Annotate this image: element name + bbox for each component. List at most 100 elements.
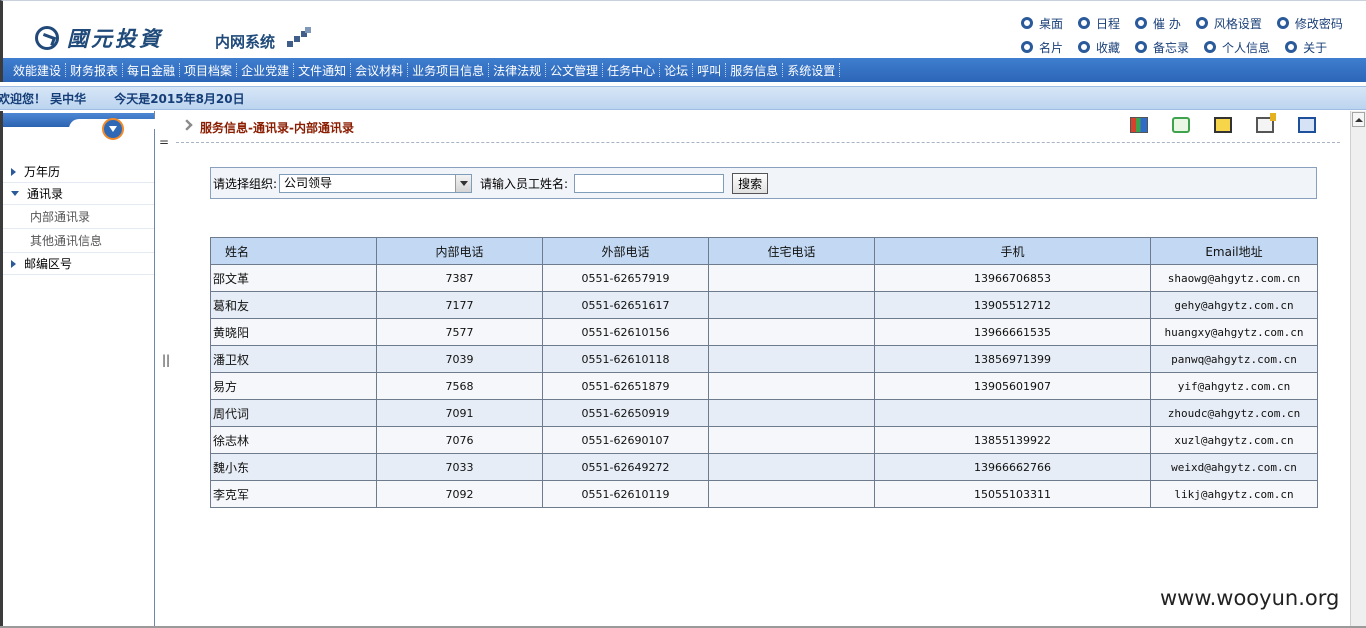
- column-header[interactable]: 姓名: [210, 237, 377, 265]
- table-row[interactable]: 魏小东 7033 0551-62649272 13966662766 weixd@ahg…: [210, 453, 1318, 481]
- org-label: 请选择组织:: [213, 176, 278, 191]
- table-cell: [708, 291, 875, 319]
- table-row[interactable]: 李克军 7092 0551-62610119 15055103311 likj@ahgy…: [210, 480, 1318, 508]
- welcome-text: 欢迎您！ 吴中华: [0, 91, 87, 106]
- column-header[interactable]: 外部电话: [542, 237, 709, 265]
- table-cell: 13966661535: [874, 318, 1151, 346]
- quick-link-desktop[interactable]: 桌面: [1021, 15, 1063, 32]
- menu-item-5[interactable]: 文件通知: [294, 62, 350, 79]
- refresh-icon[interactable]: [1172, 117, 1190, 133]
- grid-icon[interactable]: [1130, 117, 1148, 133]
- table-cell: yif@ahgytz.com.cn: [1150, 372, 1318, 400]
- table-cell: [708, 399, 875, 427]
- menu-item-8[interactable]: 法律法规: [489, 62, 545, 79]
- menu-item-4[interactable]: 企业党建: [237, 62, 293, 79]
- menu-item-1[interactable]: 财务报表: [66, 62, 122, 79]
- back-icon[interactable]: [1214, 117, 1232, 133]
- table-row[interactable]: 葛和友 7177 0551-62651617 13905512712 gehy@ahgy…: [210, 291, 1318, 319]
- toolbar: [1130, 113, 1340, 133]
- table-cell: 13855139922: [874, 426, 1151, 454]
- menu-item-3[interactable]: 项目档案: [180, 62, 236, 79]
- dropdown-arrow-icon[interactable]: [455, 174, 472, 192]
- quick-link-label: 催 办: [1153, 16, 1181, 31]
- vertical-scrollbar[interactable]: [1350, 111, 1366, 628]
- password-icon: [1276, 17, 1289, 29]
- quick-link-schedule[interactable]: 日程: [1078, 15, 1120, 32]
- search-button[interactable]: 搜索: [732, 172, 769, 194]
- table-cell: 13905601907: [874, 372, 1151, 400]
- splitter-menu-icon[interactable]: =: [159, 135, 169, 149]
- quick-link-password[interactable]: 修改密码: [1276, 15, 1343, 32]
- stairs-decoration-icon: [287, 27, 311, 49]
- logo-text: 國元投資: [67, 26, 163, 51]
- column-header[interactable]: 内部电话: [376, 237, 543, 265]
- schedule-icon: [1078, 17, 1091, 29]
- menu-item-13[interactable]: 服务信息: [726, 62, 782, 79]
- quick-link-reminder[interactable]: 催 办: [1135, 15, 1181, 32]
- table-cell: weixd@ahgytz.com.cn: [1150, 453, 1318, 481]
- column-header[interactable]: Email地址: [1150, 237, 1318, 265]
- table-cell: 潘卫权: [210, 345, 377, 373]
- org-select[interactable]: 公司领导: [279, 173, 473, 193]
- table-cell: 徐志林: [210, 426, 377, 454]
- collapsed-arrow-icon: [11, 259, 16, 268]
- table-cell: 7177: [376, 291, 543, 319]
- style-icon: [1195, 17, 1208, 29]
- table-row[interactable]: 易方 7568 0551-62651879 13905601907 yif@ahgytz…: [210, 372, 1318, 400]
- sidebar-item-2[interactable]: 邮编区号: [3, 253, 154, 275]
- sidebar-subitem-1-0[interactable]: 内部通讯录: [3, 205, 154, 229]
- table-cell: [708, 453, 875, 481]
- quick-link-favorites[interactable]: 收藏: [1078, 39, 1120, 56]
- book-icon[interactable]: [1298, 117, 1316, 133]
- breadcrumb-arrow-icon: [181, 119, 193, 131]
- menu-item-9[interactable]: 公文管理: [546, 62, 602, 79]
- menu-item-11[interactable]: 论坛: [660, 62, 692, 79]
- table-cell: [708, 318, 875, 346]
- menu-item-2[interactable]: 每日金融: [123, 62, 179, 79]
- table-row[interactable]: 周代词 7091 0551-62650919 zhoudc@ahgytz.com.cn: [210, 399, 1318, 427]
- sidebar: 万年历通讯录 内部通讯录 其他通讯信息 邮编区号: [0, 111, 155, 628]
- menu-item-10[interactable]: 任务中心: [603, 62, 659, 79]
- table-cell: 0551-62650919: [542, 399, 709, 427]
- profile-icon: [1204, 41, 1217, 53]
- sidebar-item-1[interactable]: 通讯录: [3, 183, 154, 205]
- splitter-handle-icon[interactable]: ||: [162, 353, 170, 367]
- table-row[interactable]: 徐志林 7076 0551-62690107 13855139922 xuzl@ahgy…: [210, 426, 1318, 454]
- scroll-up-icon[interactable]: [1352, 112, 1365, 127]
- table-cell: [708, 372, 875, 400]
- menu-item-6[interactable]: 会议材料: [351, 62, 407, 79]
- column-header[interactable]: 住宅电话: [708, 237, 875, 265]
- table-cell: likj@ahgytz.com.cn: [1150, 480, 1318, 508]
- main-content: 服务信息-通讯录-内部通讯录 请选择组织: 公司领导 请输入员工姓名: 搜索 姓…: [176, 111, 1350, 628]
- table-row[interactable]: 潘卫权 7039 0551-62610118 13856971399 panwq@ahg…: [210, 345, 1318, 373]
- menu-item-7[interactable]: 业务项目信息: [408, 62, 488, 79]
- table-cell: 7076: [376, 426, 543, 454]
- sidebar-item-label: 万年历: [24, 165, 61, 179]
- panel-splitter[interactable]: = ||: [155, 111, 176, 628]
- name-label: 请输入员工姓名:: [480, 176, 569, 191]
- collapse-down-icon[interactable]: [102, 118, 124, 140]
- quick-link-profile[interactable]: 个人信息: [1204, 39, 1270, 56]
- quick-link-about[interactable]: 关于: [1285, 39, 1327, 56]
- table-cell: 7092: [376, 480, 543, 508]
- table-cell: 7039: [376, 345, 543, 373]
- quick-link-card[interactable]: 名片: [1021, 39, 1063, 56]
- column-header[interactable]: 手机: [874, 237, 1151, 265]
- table-cell: 0551-62651617: [542, 291, 709, 319]
- note-icon[interactable]: [1256, 113, 1276, 133]
- sidebar-subitem-1-1[interactable]: 其他通讯信息: [3, 229, 154, 253]
- app-header: 國元投資 内网系统 桌面 日程 催 办 风格设置 修改密码 名片 收藏 备忘录 个人信息 关于: [0, 0, 1366, 58]
- table-cell: 7387: [376, 264, 543, 292]
- employee-name-input[interactable]: [574, 173, 725, 193]
- table-row[interactable]: 黄晓阳 7577 0551-62610156 13966661535 huangxy@a…: [210, 318, 1318, 346]
- quick-link-style[interactable]: 风格设置: [1195, 15, 1262, 32]
- quick-link-memo[interactable]: 备忘录: [1135, 39, 1189, 56]
- table-row[interactable]: 邵文革 7387 0551-62657919 13966706853 shaowg@ah…: [210, 264, 1318, 292]
- table-cell: 邵文革: [210, 264, 377, 292]
- logo-mark-icon: [35, 26, 59, 50]
- sidebar-item-0[interactable]: 万年历: [3, 161, 154, 183]
- sidebar-tree: 万年历通讯录 内部通讯录 其他通讯信息 邮编区号: [3, 161, 154, 275]
- menu-item-0[interactable]: 效能建设: [9, 62, 65, 79]
- menu-item-14[interactable]: 系统设置: [783, 62, 839, 79]
- menu-item-12[interactable]: 呼叫: [693, 62, 725, 79]
